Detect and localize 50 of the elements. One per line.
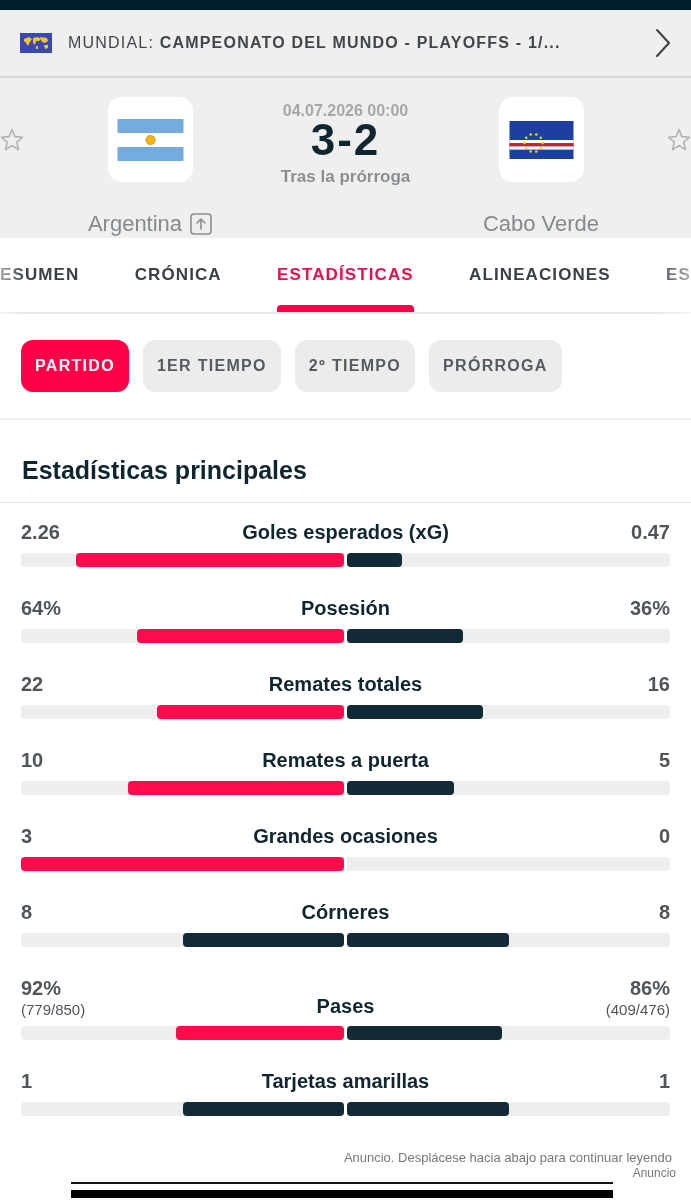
tab[interactable]: CRÓNICA <box>134 238 222 312</box>
away-stat-value: 86% <box>629 976 670 1000</box>
period-tab[interactable]: PARTIDO <box>21 340 129 392</box>
tab[interactable]: ALINEACIONES <box>469 238 611 312</box>
home-stat-value: 22 <box>21 672 44 696</box>
away-stat-value: 16 <box>647 672 670 696</box>
tab[interactable]: ESUMEN <box>0 238 80 312</box>
ad-notice: Anuncio. Desplácese hacia abajo para continuar leyendo <box>342 1150 673 1166</box>
home-stat-value: 3 <box>21 824 33 848</box>
flag-icon <box>107 97 193 182</box>
chevron-right-icon[interactable] <box>655 28 671 58</box>
match-score: 3-2 <box>310 120 381 160</box>
tab[interactable]: ESTADÍSTICAS <box>277 238 414 312</box>
period-tab[interactable]: 1ER TIEMPO <box>142 340 281 392</box>
section-heading: Estadísticas principales <box>0 420 691 503</box>
home-stat-value: 8 <box>21 900 33 924</box>
away-stat-value: 1 <box>658 1069 670 1093</box>
competition-title: MUNDIAL: CAMPEONATO DEL MUNDO - PLAYOFFS - 1/... <box>68 33 562 53</box>
home-stat-value: 2.26 <box>21 520 60 544</box>
away-stat-value: 8 <box>658 900 670 924</box>
away-stat-detail: (409/476) <box>605 1000 670 1020</box>
star-icon[interactable] <box>667 128 691 152</box>
away-stat-value: 36% <box>629 596 670 620</box>
stat-label: Remates a puerta <box>262 748 429 772</box>
flag-icon <box>498 97 584 182</box>
home-stat-value: 10 <box>21 748 44 772</box>
stat-label: Remates totales <box>268 672 423 696</box>
away-stat-value: 0.47 <box>631 520 670 544</box>
world-map-icon <box>20 33 52 53</box>
stat-label: Córneres <box>301 900 390 924</box>
star-icon[interactable] <box>0 128 24 152</box>
stat-label: Grandes ocasiones <box>253 824 438 848</box>
stat-label: Goles esperados (xG) <box>242 520 449 544</box>
period-tab[interactable]: PRÓRROGA <box>429 340 562 392</box>
team-name: Cabo Verde <box>482 210 600 238</box>
stat-label: Tarjetas amarillas <box>261 1069 430 1093</box>
match-status: Tras la prórroga <box>280 166 411 188</box>
away-stat-value: 0 <box>658 824 670 848</box>
away-stat-value: 5 <box>658 748 670 772</box>
tab[interactable]: ES <box>666 238 691 312</box>
stat-label: Posesión <box>301 596 390 620</box>
ad-label: Anuncio <box>631 1166 677 1180</box>
match-date: 04.07.2026 00:00 <box>282 102 409 120</box>
home-stat-value: 64% <box>21 596 62 620</box>
team-name: Argentina <box>87 210 183 238</box>
period-tab[interactable]: 2º TIEMPO <box>294 340 416 392</box>
home-stat-value: 1 <box>21 1069 33 1093</box>
home-stat-value: 92% <box>21 976 62 1000</box>
home-stat-detail: (779/850) <box>21 1000 86 1020</box>
stat-label: Pases <box>316 994 375 1018</box>
